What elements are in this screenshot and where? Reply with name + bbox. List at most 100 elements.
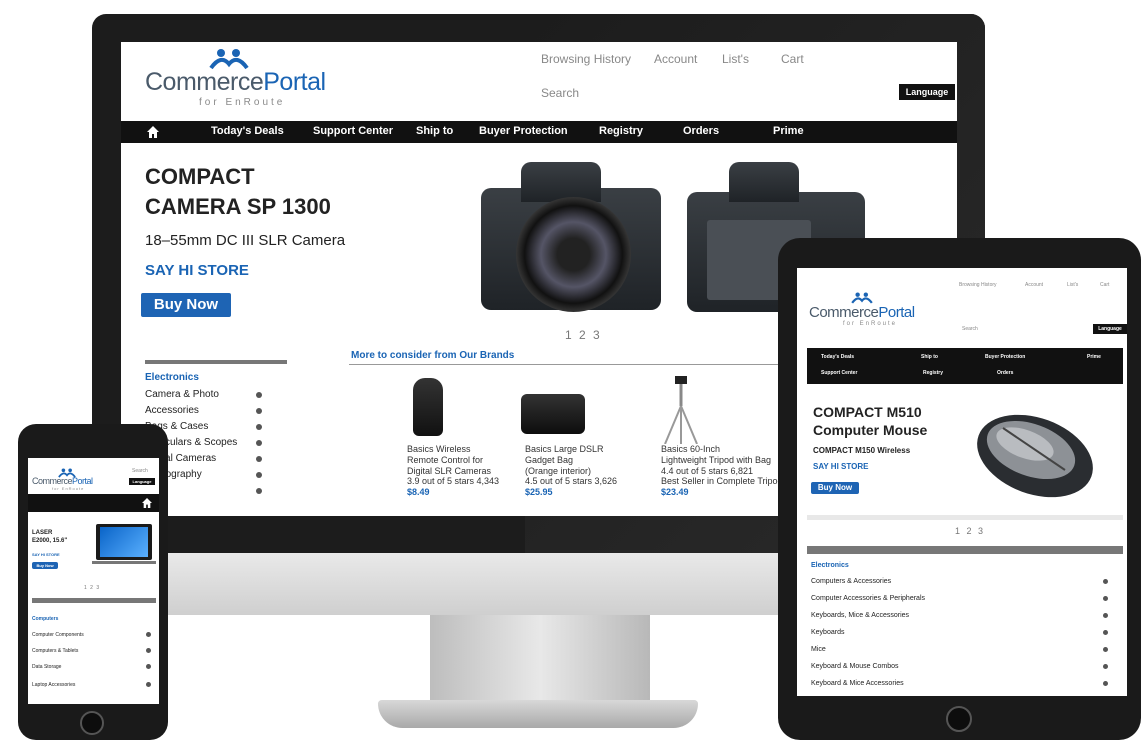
- nav-ship-to[interactable]: Ship to: [416, 125, 453, 137]
- category-item[interactable]: Data Storage: [32, 664, 61, 670]
- category-divider: [32, 598, 156, 603]
- nav-orders[interactable]: Orders: [997, 370, 1013, 376]
- product-card[interactable]: Basics Wireless Remote Control for Digital…: [407, 444, 499, 498]
- hero-title-line2: E2000, 15.6": [32, 538, 68, 544]
- remote-control-image[interactable]: [413, 378, 443, 436]
- nav-registry[interactable]: Registry: [923, 370, 943, 376]
- category-dot: [1103, 664, 1108, 669]
- category-item[interactable]: Laptop Accessories: [32, 682, 75, 688]
- nav-ship-to[interactable]: Ship to: [921, 354, 938, 360]
- camera-bag-image[interactable]: [521, 394, 585, 434]
- nav-support-center[interactable]: Support Center: [313, 125, 393, 137]
- category-item[interactable]: Keyboards: [811, 629, 844, 636]
- category-item[interactable]: Keyboard & Mice Accessories: [811, 680, 904, 687]
- category-item[interactable]: Computer Components: [32, 632, 84, 638]
- nav-todays-deals[interactable]: Today's Deals: [211, 125, 284, 137]
- language-button[interactable]: Language: [129, 478, 155, 485]
- phone-screen: CommercePortal for EnRoute Search Langua…: [28, 458, 159, 704]
- hero-pager[interactable]: 1 2 3: [84, 585, 100, 591]
- nav-buyer-protection[interactable]: Buyer Protection: [985, 354, 1025, 360]
- hero-subtitle: 18–55mm DC III SLR Camera: [145, 232, 346, 249]
- computer-mouse-image[interactable]: [969, 410, 1099, 500]
- category-dot: [1103, 613, 1108, 618]
- hero-title-line1: COMPACT: [145, 164, 255, 189]
- nav-support-center[interactable]: Support Center: [821, 370, 857, 376]
- category-item[interactable]: Camera & Photo: [145, 389, 219, 400]
- category-item[interactable]: Computers & Accessories: [811, 578, 891, 585]
- home-icon[interactable]: [147, 126, 159, 138]
- hero-store[interactable]: SAY HI STORE: [813, 462, 868, 471]
- monitor-stand-base: [378, 700, 698, 728]
- account-link[interactable]: Account: [654, 52, 697, 66]
- hero-title-line1: LASER: [32, 530, 53, 536]
- category-heading: Computers: [32, 616, 59, 622]
- search-input[interactable]: Search: [541, 86, 579, 100]
- main-nav: [28, 494, 159, 512]
- category-heading: Electronics: [811, 562, 849, 569]
- category-dot: [1103, 647, 1108, 652]
- product-card[interactable]: Basics Large DSLR Gadget Bag (Orange inter…: [525, 444, 617, 498]
- main-nav: Today's Deals Support Center Ship to Buy…: [121, 121, 957, 143]
- hero-pager[interactable]: 1 2 3: [565, 328, 602, 342]
- category-item[interactable]: Computers & Tablets: [32, 648, 78, 654]
- nav-buyer-protection[interactable]: Buyer Protection: [479, 125, 568, 137]
- category-divider: [145, 360, 287, 364]
- hero-store[interactable]: SAY HI STORE: [145, 262, 249, 279]
- cart-link[interactable]: Cart: [781, 52, 804, 66]
- laptop-image[interactable]: [96, 524, 152, 560]
- cart-link[interactable]: Cart: [1100, 282, 1109, 288]
- tripod-image[interactable]: [661, 376, 701, 444]
- monitor-stand-neck: [430, 615, 650, 707]
- browsing-history-link[interactable]: Browsing History: [959, 282, 997, 288]
- nav-prime[interactable]: Prime: [1087, 354, 1101, 360]
- home-icon[interactable]: [142, 498, 152, 508]
- laptop-base: [92, 561, 156, 564]
- category-divider: [807, 546, 1123, 554]
- category-item[interactable]: Mice: [811, 646, 826, 653]
- phone-home-button[interactable]: [80, 711, 104, 735]
- tablet-screen: Browsing History Account List's Cart Sea…: [797, 268, 1127, 696]
- category-dot: [1103, 630, 1108, 635]
- brands-heading: More to consider from Our Brands: [351, 350, 515, 361]
- category-item[interactable]: Accessories: [145, 405, 199, 416]
- category-item[interactable]: Keyboards, Mice & Accessories: [811, 612, 909, 619]
- category-dot: [1103, 681, 1108, 686]
- search-input[interactable]: Search: [132, 468, 148, 474]
- nav-orders[interactable]: Orders: [683, 125, 719, 137]
- account-link[interactable]: Account: [1025, 282, 1043, 288]
- site-logo[interactable]: CommercePortal for EnRoute: [32, 476, 93, 491]
- language-button[interactable]: Language: [1093, 324, 1127, 334]
- category-dot: [1103, 579, 1108, 584]
- hero-title-line2: Computer Mouse: [813, 422, 928, 438]
- category-dot: [1103, 596, 1108, 601]
- tablet-home-button[interactable]: [946, 706, 972, 732]
- category-dot: [256, 440, 262, 446]
- site-logo[interactable]: CommercePortal for EnRoute: [145, 68, 326, 108]
- search-input[interactable]: Search: [962, 326, 978, 332]
- category-dot: [146, 664, 151, 669]
- logo-people-icon: [209, 49, 249, 70]
- nav-registry[interactable]: Registry: [599, 125, 643, 137]
- category-dot: [146, 682, 151, 687]
- nav-prime[interactable]: Prime: [773, 125, 804, 137]
- category-dot: [256, 456, 262, 462]
- lists-link[interactable]: List's: [722, 52, 749, 66]
- category-item[interactable]: Computer Accessories & Peripherals: [811, 595, 925, 602]
- language-button[interactable]: Language: [899, 84, 955, 100]
- category-dot: [256, 488, 262, 494]
- hero-subtitle: COMPACT M150 Wireless: [813, 446, 911, 455]
- nav-todays-deals[interactable]: Today's Deals: [821, 354, 854, 360]
- category-item[interactable]: Keyboard & Mouse Combos: [811, 663, 899, 670]
- hero-title-line2: CAMERA SP 1300: [145, 194, 331, 219]
- category-dot: [146, 632, 151, 637]
- buy-now-button[interactable]: Buy Now: [141, 293, 231, 317]
- browsing-history-link[interactable]: Browsing History: [541, 52, 631, 66]
- buy-now-button[interactable]: Buy Now: [32, 562, 58, 569]
- hero-pager[interactable]: 1 2 3: [955, 526, 985, 536]
- buy-now-button[interactable]: Buy Now: [811, 482, 859, 494]
- product-card[interactable]: Basics 60-Inch Lightweight Tripod with Ba…: [661, 444, 787, 498]
- category-dot: [146, 648, 151, 653]
- site-logo[interactable]: CommercePortal for EnRoute: [809, 304, 915, 327]
- lists-link[interactable]: List's: [1067, 282, 1078, 288]
- hero-store[interactable]: SAY HI STORE: [32, 552, 60, 557]
